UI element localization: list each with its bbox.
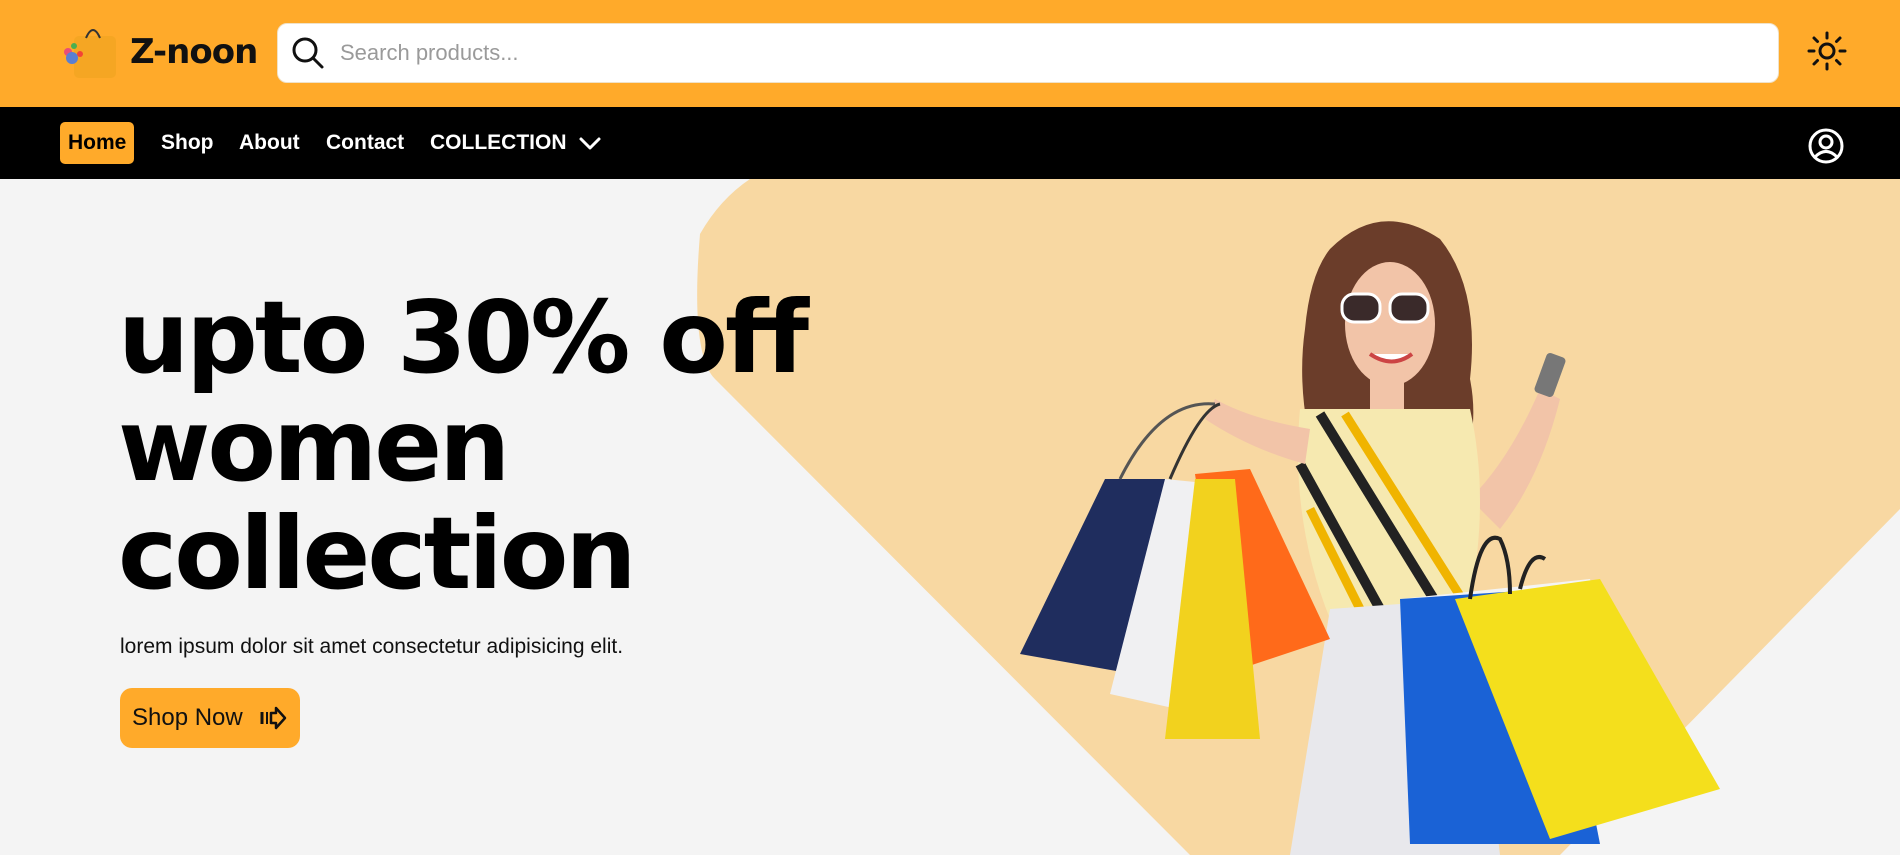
nav-shop[interactable]: Shop xyxy=(153,122,222,164)
sun-icon[interactable] xyxy=(1806,30,1848,72)
top-header: Z-noon xyxy=(0,0,1900,107)
brand-logo[interactable]: Z-noon xyxy=(60,24,258,80)
woman-with-shopping-bags-image xyxy=(1020,221,1720,855)
chevron-down-icon xyxy=(579,137,600,150)
nav-home[interactable]: Home xyxy=(60,122,135,164)
shopping-bag-icon xyxy=(64,29,116,78)
main-nav: Home Shop About Contact COLLECTION xyxy=(0,107,1900,179)
nav-about[interactable]: About xyxy=(231,122,308,164)
user-circle-icon[interactable] xyxy=(1808,128,1844,164)
nav-contact[interactable]: Contact xyxy=(318,122,412,164)
nav-collection-label: COLLECTION xyxy=(430,131,567,154)
search-icon xyxy=(292,37,324,69)
nav-collection-dropdown[interactable]: COLLECTION xyxy=(422,122,611,164)
search-input[interactable] xyxy=(340,40,1740,66)
brand-name: Z-noon xyxy=(130,32,258,72)
search-bar[interactable] xyxy=(277,23,1779,83)
hero-banner: upto 30% off women collection lorem ipsu… xyxy=(0,179,1900,855)
